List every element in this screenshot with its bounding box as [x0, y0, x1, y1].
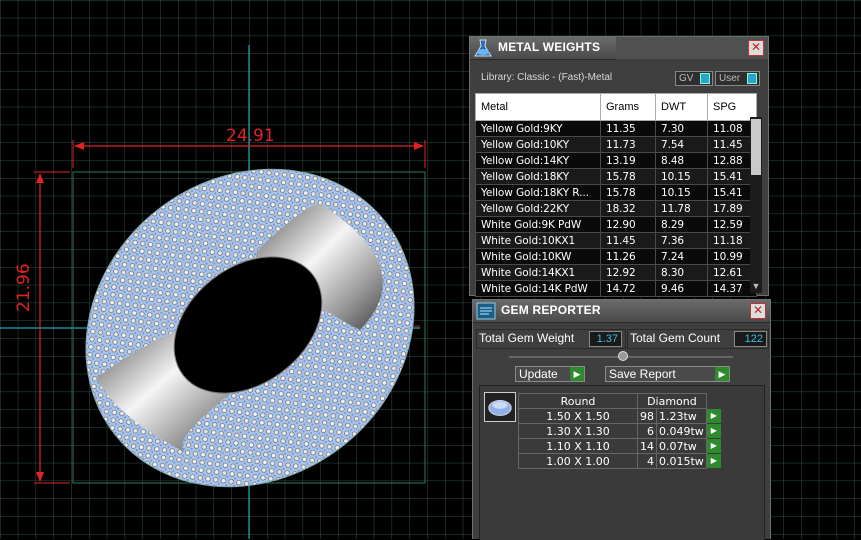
play-icon[interactable]: ▶ [706, 439, 721, 453]
metal-column-header[interactable]: Metal [475, 93, 601, 121]
metal-cell: 11.35 [600, 120, 656, 137]
metal-cell: Yellow Gold:22KY [475, 200, 601, 217]
library-label: Library: Classic - (Fast)-Metal [481, 72, 613, 83]
metal-weights-panel: METAL WEIGHTS ✕ Library: Classic - (Fast… [469, 36, 769, 297]
gem-weight-cell: 0.049tw [656, 423, 707, 439]
metal-cell: Yellow Gold:9KY [475, 120, 601, 137]
metal-weights-titlebar[interactable]: METAL WEIGHTS [470, 37, 616, 60]
gem-list-area: Round Diamond 1.50 X 1.50 98 1.23tw ▶ 1.30 X… [479, 385, 765, 540]
panel-title: METAL WEIGHTS [498, 40, 601, 54]
total-gem-count-value: 122 [734, 331, 767, 347]
total-gem-count-label: Total Gem Count [630, 331, 721, 345]
play-icon: ▶ [715, 367, 729, 381]
gem-size-cell: 1.30 X 1.30 [518, 423, 638, 439]
flask-icon [474, 39, 492, 57]
close-icon[interactable]: ✕ [748, 40, 764, 56]
metal-cell: 10.15 [655, 168, 708, 185]
metal-cell: 9.46 [655, 280, 708, 297]
gem-weight-cell: 1.23tw [656, 408, 707, 424]
metal-row[interactable]: Yellow Gold:18KY 15.78 10.15 15.41 [475, 168, 757, 185]
metal-cell: 10.15 [655, 184, 708, 201]
metal-row[interactable]: Yellow Gold:10KY 11.73 7.54 11.45 [475, 136, 757, 153]
metal-cell: 15.78 [600, 168, 656, 185]
metal-cell: 8.29 [655, 216, 708, 233]
metal-cell: 12.92 [600, 264, 656, 281]
gem-row[interactable]: 1.10 X 1.10 14 0.07tw ▶ [518, 438, 722, 454]
total-gem-weight-label: Total Gem Weight [479, 331, 575, 345]
play-icon: ▶ [570, 367, 584, 381]
gem-count-cell: 14 [637, 438, 657, 454]
metal-cell: White Gold:14KX1 [475, 264, 601, 281]
metal-weights-table: Metal Grams DWT SPG Yellow Gold:9KY 11.35 7.3… [475, 93, 757, 297]
metal-cell: 13.19 [600, 152, 656, 169]
metal-column-header[interactable]: DWT [655, 93, 708, 121]
metal-row[interactable]: Yellow Gold:22KY 18.32 11.78 17.89 [475, 200, 757, 217]
gem-size-cell: 1.10 X 1.10 [518, 438, 638, 454]
metal-cell: 8.48 [655, 152, 708, 169]
gem-size-cell: 1.00 X 1.00 [518, 453, 638, 469]
metal-cell: White Gold:9K PdW [475, 216, 601, 233]
gv-toggle[interactable]: GV [675, 71, 713, 86]
metal-scrollbar[interactable]: ▼ [750, 117, 762, 293]
user-toggle[interactable]: User [715, 71, 760, 86]
metal-cell: 8.30 [655, 264, 708, 281]
gem-row[interactable]: 1.30 X 1.30 6 0.049tw ▶ [518, 423, 722, 439]
metal-cell: 18.32 [600, 200, 656, 217]
update-button[interactable]: Update ▶ [515, 366, 585, 382]
play-icon[interactable]: ▶ [706, 424, 721, 438]
shape-header: Round [518, 393, 638, 409]
metal-cell: Yellow Gold:10KY [475, 136, 601, 153]
gem-count-cell: 6 [637, 423, 657, 439]
metal-row[interactable]: White Gold:10KW 11.26 7.24 10.99 [475, 248, 757, 265]
metal-cell: 11.45 [600, 232, 656, 249]
play-icon[interactable]: ▶ [706, 409, 721, 423]
metal-cell: 7.24 [655, 248, 708, 265]
gem-reporter-titlebar[interactable]: GEM REPORTER [473, 300, 770, 323]
metal-cell: Yellow Gold:14KY [475, 152, 601, 169]
metal-row[interactable]: White Gold:14KX1 12.92 8.30 12.61 [475, 264, 757, 281]
metal-cell: White Gold:14K PdW [475, 280, 601, 297]
metal-cell: White Gold:10KW [475, 248, 601, 265]
gem-size-cell: 1.50 X 1.50 [518, 408, 638, 424]
metal-cell: 7.36 [655, 232, 708, 249]
metal-row[interactable]: White Gold:9K PdW 12.90 8.29 12.59 [475, 216, 757, 233]
gem-table: Round Diamond 1.50 X 1.50 98 1.23tw ▶ 1.30 X… [518, 393, 722, 469]
panel-title: GEM REPORTER [501, 303, 601, 317]
chevron-down-icon[interactable]: ▼ [751, 281, 761, 291]
total-gem-weight-value: 1.37 [589, 331, 622, 347]
metal-cell: 14.72 [600, 280, 656, 297]
report-icon [476, 302, 496, 320]
metal-cell: Yellow Gold:18KY [475, 168, 601, 185]
metal-row[interactable]: Yellow Gold:9KY 11.35 7.30 11.08 [475, 120, 757, 137]
gem-weight-cell: 0.015tw [656, 453, 707, 469]
gem-row[interactable]: 1.50 X 1.50 98 1.23tw ▶ [518, 408, 722, 424]
play-icon[interactable]: ▶ [706, 454, 721, 468]
save-report-button[interactable]: Save Report ▶ [605, 366, 730, 382]
metal-cell: 12.90 [600, 216, 656, 233]
metal-cell: 15.78 [600, 184, 656, 201]
metal-column-header[interactable]: Grams [600, 93, 656, 121]
metal-cell: 7.54 [655, 136, 708, 153]
gem-row[interactable]: 1.00 X 1.00 4 0.015tw ▶ [518, 453, 722, 469]
gem-count-cell: 4 [637, 453, 657, 469]
round-diamond-icon[interactable] [484, 392, 516, 422]
metal-cell: 11.73 [600, 136, 656, 153]
metal-row[interactable]: White Gold:14K PdW 14.72 9.46 14.37 [475, 280, 757, 297]
gem-count-cell: 98 [637, 408, 657, 424]
metal-cell: 11.26 [600, 248, 656, 265]
stone-header: Diamond [637, 393, 707, 409]
width-dimension-label: 24.91 [226, 126, 275, 146]
slider-handle[interactable] [618, 351, 628, 361]
metal-row[interactable]: Yellow Gold:14KY 13.19 8.48 12.88 [475, 152, 757, 169]
metal-cell: 11.78 [655, 200, 708, 217]
close-icon[interactable]: ✕ [750, 303, 766, 319]
gem-reporter-panel: GEM REPORTER ✕ Total Gem Weight 1.37 Tot… [472, 299, 771, 540]
metal-row[interactable]: White Gold:10KX1 11.45 7.36 11.18 [475, 232, 757, 249]
metal-cell: White Gold:10KX1 [475, 232, 601, 249]
metal-row[interactable]: Yellow Gold:18KY R... 15.78 10.15 15.41 [475, 184, 757, 201]
gem-weight-cell: 0.07tw [656, 438, 707, 454]
metal-cell: Yellow Gold:18KY R... [475, 184, 601, 201]
height-dimension-label: 21.96 [14, 263, 34, 312]
metal-cell: 7.30 [655, 120, 708, 137]
